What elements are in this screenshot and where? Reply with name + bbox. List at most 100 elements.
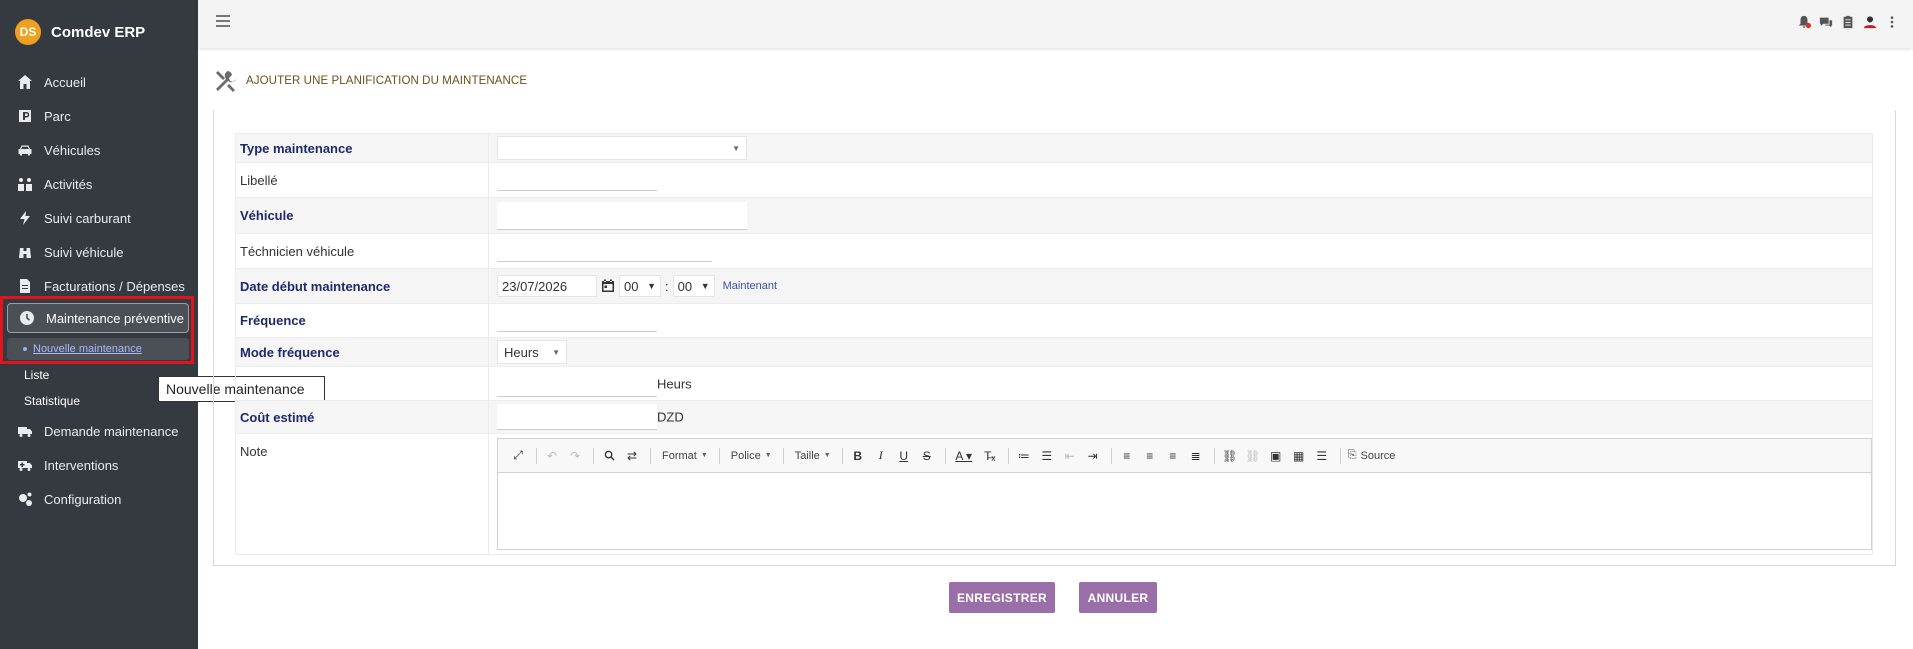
sidebar-item-label: Interventions xyxy=(44,457,119,473)
sidebar-item-vehicules[interactable]: Véhicules xyxy=(0,133,198,167)
bullet-list-icon[interactable]: ☰ xyxy=(1037,446,1057,466)
sidebar-item-suivi-carburant[interactable]: Suivi carburant xyxy=(0,201,198,235)
clock-icon xyxy=(18,309,36,327)
sidebar-item-maintenance-preventive[interactable]: Maintenance préventive xyxy=(7,303,189,333)
chevron-down-icon: ▼ xyxy=(552,347,560,357)
minute-select[interactable]: 00 ▼ xyxy=(672,275,715,297)
link-icon[interactable]: ⛓ xyxy=(1220,446,1240,466)
sidebar-item-accueil[interactable]: Accueil xyxy=(0,65,198,99)
bold-icon[interactable]: B xyxy=(848,446,868,466)
numbered-list-icon[interactable]: ≔ xyxy=(1014,446,1034,466)
find-icon[interactable] xyxy=(599,446,619,466)
brand-name: Comdev ERP xyxy=(51,23,146,41)
brand-logo: DS xyxy=(15,19,41,45)
sidebar-subitem-nouvelle-maintenance[interactable]: Nouvelle maintenance xyxy=(7,338,189,360)
italic-icon[interactable]: I xyxy=(871,446,891,466)
align-right-icon[interactable]: ≡ xyxy=(1163,446,1183,466)
frequence-label: Fréquence xyxy=(235,303,489,338)
frequence-input[interactable] xyxy=(497,309,657,332)
cancel-button[interactable]: ANNULER xyxy=(1079,582,1157,613)
align-left-icon[interactable]: ≡ xyxy=(1117,446,1137,466)
ambulance-icon xyxy=(16,456,34,474)
text-color-icon[interactable]: A ▾ xyxy=(951,446,977,466)
save-button[interactable]: ENREGISTRER xyxy=(949,582,1055,613)
align-justify-icon[interactable]: ≣ xyxy=(1186,446,1206,466)
tools-icon xyxy=(216,71,236,92)
calendar-icon[interactable] xyxy=(601,279,615,293)
topbar-icons xyxy=(1797,15,1899,29)
align-center-icon[interactable]: ≡ xyxy=(1140,446,1160,466)
sidebar-subitem-link[interactable]: Nouvelle maintenance xyxy=(33,343,142,355)
maximize-icon[interactable]: ⤢ xyxy=(508,446,528,466)
image-icon[interactable]: ▣ xyxy=(1266,446,1286,466)
maintenance-form: Type maintenance ▼ Libellé Véhicule Téch… xyxy=(235,133,1873,555)
table-icon[interactable]: ▦ xyxy=(1289,446,1309,466)
sidebar-item-demande-maintenance[interactable]: Demande maintenance xyxy=(0,414,198,448)
sidebar-item-activites[interactable]: Activités xyxy=(0,167,198,201)
sidebar-subitem-liste[interactable]: Liste xyxy=(24,368,49,382)
sidebar: DS Comdev ERP Accueil Parc Véhicules Act… xyxy=(0,0,198,649)
sidebar-item-label: Demande maintenance xyxy=(44,423,179,439)
sidebar-subitem-statistique[interactable]: Statistique xyxy=(24,394,80,408)
chevron-down-icon: ▼ xyxy=(647,281,656,291)
hour-select[interactable]: 00 ▼ xyxy=(619,275,661,297)
source-button[interactable]: ⎘ Source xyxy=(1348,449,1396,462)
cout-label: Coût estimé xyxy=(235,400,489,434)
sidebar-item-parc[interactable]: Parc xyxy=(0,99,198,133)
date-input[interactable]: 23/07/2026 xyxy=(497,275,597,297)
police-dropdown[interactable]: Police ▼ xyxy=(731,450,772,462)
replace-icon[interactable]: ⇄ xyxy=(622,446,642,466)
chevron-down-icon: ▼ xyxy=(732,143,740,153)
strikethrough-icon[interactable]: S xyxy=(917,446,937,466)
outdent-icon[interactable]: ⇤ xyxy=(1060,446,1080,466)
type-maintenance-select[interactable]: ▼ xyxy=(497,136,747,160)
technicien-label: Téchnicien véhicule xyxy=(235,233,489,269)
sidebar-item-interventions[interactable]: Interventions xyxy=(0,448,198,482)
user-avatar-icon[interactable] xyxy=(1863,15,1877,29)
binoculars-icon xyxy=(16,243,34,261)
truck-icon xyxy=(16,422,34,440)
menu-toggle-icon[interactable] xyxy=(216,15,230,27)
more-vertical-icon[interactable] xyxy=(1885,15,1899,29)
date-debut-label: Date début maintenance xyxy=(235,268,489,304)
sidebar-item-label: Maintenance préventive xyxy=(46,310,185,326)
chat-icon[interactable] xyxy=(1819,15,1833,29)
notification-bell-icon[interactable] xyxy=(1797,15,1811,29)
sidebar-item-label: Configuration xyxy=(44,491,122,507)
sidebar-item-label: Suivi carburant xyxy=(44,210,131,226)
format-dropdown[interactable]: Format ▼ xyxy=(662,450,708,462)
time-separator: : xyxy=(665,278,669,294)
chevron-down-icon: ▼ xyxy=(823,452,831,459)
libelle-label: Libellé xyxy=(235,162,489,198)
libelle-input[interactable] xyxy=(497,169,657,191)
car-icon xyxy=(16,141,34,159)
rich-text-editor: ⤢ ↶ ↷ ⇄ Format ▼ Police ▼ Taille ▼ B I U… xyxy=(497,438,1872,550)
sidebar-item-label: Facturations / Dépenses xyxy=(44,278,185,294)
gears-icon xyxy=(16,490,34,508)
taille-dropdown[interactable]: Taille ▼ xyxy=(795,450,831,462)
brand[interactable]: DS Comdev ERP xyxy=(0,0,198,64)
sidebar-item-configuration[interactable]: Configuration xyxy=(0,482,198,516)
technicien-input[interactable] xyxy=(497,240,712,262)
sidebar-item-label: Suivi véhicule xyxy=(44,244,124,260)
vehicule-input[interactable] xyxy=(497,201,747,230)
cout-input[interactable] xyxy=(497,404,657,430)
type-maintenance-label: Type maintenance xyxy=(235,133,489,163)
clear-format-icon[interactable]: T̶ₓ xyxy=(980,446,1000,466)
clipboard-icon[interactable] xyxy=(1841,15,1855,29)
editor-content-area[interactable] xyxy=(498,473,1871,549)
redo-icon[interactable]: ↷ xyxy=(565,446,585,466)
unlink-icon[interactable]: ⛓ xyxy=(1243,446,1263,466)
page-header: AJOUTER UNE PLANIFICATION DU MAINTENANCE xyxy=(213,68,527,94)
mode-frequence-select[interactable]: Heurs ▼ xyxy=(497,340,567,364)
sidebar-item-suivi-vehicule[interactable]: Suivi véhicule xyxy=(0,235,198,269)
heurs-input[interactable] xyxy=(497,370,657,397)
indent-icon[interactable]: ⇥ xyxy=(1083,446,1103,466)
underline-icon[interactable]: U xyxy=(894,446,914,466)
invoice-icon xyxy=(16,277,34,295)
horizontal-line-icon[interactable]: ☰ xyxy=(1312,446,1332,466)
undo-icon[interactable]: ↶ xyxy=(542,446,562,466)
cout-unit: DZD xyxy=(657,409,684,425)
now-link[interactable]: Maintenant xyxy=(723,280,777,292)
bolt-icon xyxy=(16,209,34,227)
